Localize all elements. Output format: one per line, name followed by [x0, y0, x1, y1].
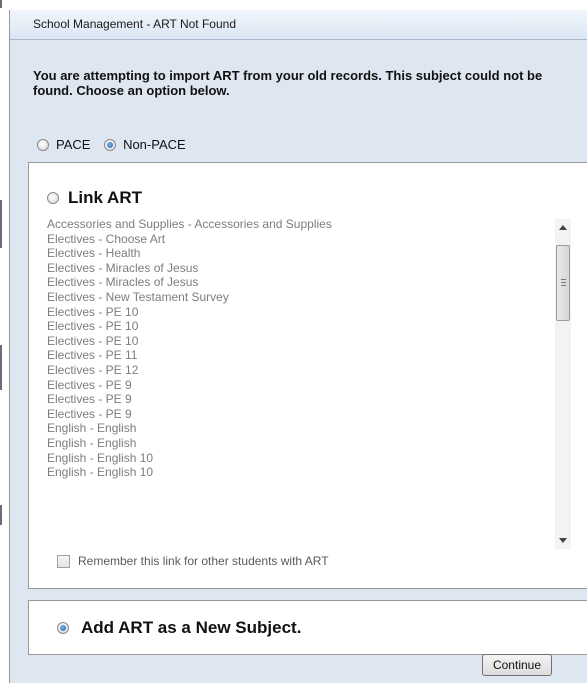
list-item[interactable]: Electives - PE 9: [47, 392, 567, 407]
list-item[interactable]: English - English: [47, 436, 567, 451]
list-item[interactable]: Electives - Health: [47, 246, 567, 261]
non-pace-label: Non-PACE: [123, 137, 186, 152]
list-item[interactable]: Electives - PE 10: [47, 305, 567, 320]
grip-icon: [561, 279, 566, 280]
background-window-edge: [0, 0, 9, 683]
title-bar[interactable]: School Management - ART Not Found: [10, 10, 587, 40]
edge-mark: [0, 0, 2, 8]
add-subject-label: Add ART as a New Subject.: [81, 618, 302, 637]
window-title: School Management - ART Not Found: [33, 17, 237, 31]
list-item[interactable]: Accessories and Supplies - Accessories a…: [47, 217, 567, 232]
link-panel: Link ART Accessories and Supplies - Acce…: [28, 162, 587, 589]
link-option[interactable]: Link ART: [47, 188, 142, 208]
scroll-down-icon[interactable]: [559, 538, 567, 543]
pace-label: PACE: [56, 137, 91, 152]
list-item[interactable]: Electives - New Testament Survey: [47, 290, 567, 305]
list-item[interactable]: English - English: [47, 421, 567, 436]
add-subject-option[interactable]: Add ART as a New Subject.: [57, 618, 301, 638]
continue-button[interactable]: Continue: [482, 654, 552, 676]
list-item[interactable]: Electives - Choose Art: [47, 232, 567, 247]
remember-label: Remember this link for other students wi…: [78, 554, 329, 568]
radio-icon[interactable]: [57, 622, 69, 634]
edge-mark: [0, 200, 2, 248]
instructions-text: You are attempting to import ART from yo…: [33, 68, 543, 98]
scroll-up-icon[interactable]: [559, 225, 567, 230]
link-label: Link ART: [68, 188, 142, 207]
list-item[interactable]: Electives - PE 11: [47, 348, 567, 363]
list-item[interactable]: Electives - PE 12: [47, 363, 567, 378]
remember-link-option[interactable]: Remember this link for other students wi…: [57, 554, 329, 568]
pace-option[interactable]: PACE: [37, 137, 90, 152]
radio-icon[interactable]: [104, 138, 117, 151]
subject-list[interactable]: Accessories and Supplies - Accessories a…: [47, 217, 567, 546]
checkbox-icon[interactable]: [57, 554, 70, 568]
list-scrollbar[interactable]: [555, 219, 571, 549]
non-pace-option[interactable]: Non-PACE: [104, 137, 186, 152]
radio-icon[interactable]: [37, 138, 49, 151]
list-item[interactable]: Electives - PE 10: [47, 334, 567, 349]
edge-mark: [0, 345, 2, 390]
add-subject-panel: Add ART as a New Subject.: [28, 600, 587, 655]
list-item[interactable]: English - English 10: [47, 465, 567, 480]
list-item[interactable]: Electives - PE 9: [47, 378, 567, 393]
radio-icon[interactable]: [47, 192, 59, 204]
dialog-window: School Management - ART Not Found You ar…: [9, 10, 587, 683]
list-item[interactable]: Electives - PE 10: [47, 319, 567, 334]
list-item[interactable]: Electives - Miracles of Jesus: [47, 275, 567, 290]
list-item[interactable]: English - English 10: [47, 451, 567, 466]
subject-type-group: PACE Non-PACE: [37, 137, 196, 154]
list-item[interactable]: Electives - Miracles of Jesus: [47, 261, 567, 276]
list-item[interactable]: Electives - PE 9: [47, 407, 567, 422]
scrollbar-thumb[interactable]: [556, 245, 570, 321]
edge-mark: [0, 505, 2, 525]
